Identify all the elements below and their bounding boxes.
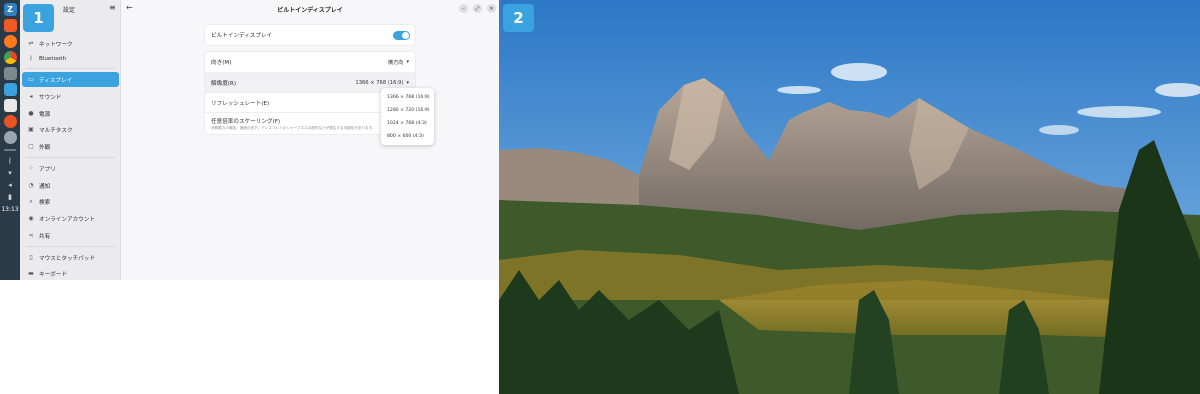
maximize-button[interactable]: ⤢	[473, 4, 482, 13]
chevron-down-icon: ▾	[406, 59, 409, 65]
sidebar-item-bluetooth[interactable]: ᛒ Bluetooth	[22, 51, 119, 66]
sidebar-item-label: マルチタスク	[39, 127, 73, 134]
sidebar-item-power[interactable]: ● 電源	[22, 106, 119, 121]
sidebar-item-notifications[interactable]: ◔ 通知	[22, 178, 119, 193]
mouse-icon: ▯	[29, 254, 33, 261]
sidebar-item-label: マウスとタッチパッド	[39, 255, 95, 262]
appearance-icon: ▢	[28, 143, 34, 150]
scaling-description: 消費電力の増加、速度の低下、ディスプレイのシャープネスの損失などが発生する可能性…	[211, 125, 376, 130]
settings-gear-icon[interactable]	[3, 131, 17, 144]
sidebar-item-label: アプリ	[39, 166, 56, 173]
sidebar-item-network[interactable]: ⇌ ネットワーク	[22, 36, 119, 51]
keyboard-icon: ▬	[28, 270, 34, 277]
monitor-2-badge: 2	[503, 4, 534, 32]
sidebar-item-label: 通知	[39, 183, 51, 190]
sidebar-item-keyboard[interactable]: ▬ キーボード	[22, 266, 119, 280]
sidebar-item-label: Bluetooth	[39, 55, 67, 62]
orientation-label: 向き(M)	[211, 60, 232, 66]
sidebar-item-label: 検索	[39, 199, 51, 206]
sidebar-item-online-accounts[interactable]: ◉ オンラインアカウント	[22, 211, 119, 226]
sidebar-item-label: オンラインアカウント	[39, 216, 95, 223]
builtin-display-toggle[interactable]	[393, 30, 410, 40]
mountain-wallpaper	[499, 0, 1200, 394]
sidebar-item-label: ディスプレイ	[39, 77, 73, 84]
scaling-label: 任意倍率のスケーリング(F)	[211, 118, 281, 125]
sidebar-item-label: キーボード	[39, 271, 67, 278]
resolution-value: 1366 × 768 (16:9)	[355, 79, 404, 86]
sidebar-item-mouse-touchpad[interactable]: ▯ マウスとタッチパッド	[22, 250, 119, 265]
display-settings-pane: ← ビルトインディスプレイ – ⤢ ✕ ビルトインディスプレイ 向き(M) 横方…	[121, 0, 499, 280]
empty-area	[0, 280, 499, 394]
sidebar-item-display[interactable]: ▭ ディスプレイ	[22, 72, 119, 87]
battery-tray-icon[interactable]: ▮	[4, 192, 16, 201]
desktop: Z ᛒ ▾ ◂ ▮ 13:13 設定 ≡ ⇌ ネットワーク ᛒ Bluetoot…	[0, 0, 1200, 394]
volume-tray-icon[interactable]: ◂	[4, 180, 16, 189]
bluetooth-tray-icon[interactable]: ᛒ	[4, 156, 16, 165]
sidebar-item-label: 電源	[39, 111, 51, 118]
window-title: ビルトインディスプレイ	[277, 7, 343, 14]
chrome-icon[interactable]	[3, 51, 17, 64]
network-icon: ⇌	[28, 40, 34, 47]
bluetooth-icon: ᛒ	[29, 55, 33, 62]
sidebar-item-search[interactable]: ⌕ 検索	[22, 194, 119, 209]
resolution-option[interactable]: 800 × 600 (4:3)	[381, 130, 434, 143]
toggle-knob	[402, 31, 409, 39]
resolution-option[interactable]: 1366 × 768 (16:9)	[381, 91, 434, 104]
multitasking-icon: ▣	[28, 126, 34, 133]
sidebar-item-apps[interactable]: ⁘ アプリ	[22, 161, 119, 176]
builtin-display-label: ビルトインディスプレイ	[211, 33, 273, 39]
zorin-menu-icon[interactable]: Z	[3, 3, 17, 16]
sidebar-item-label: 外観	[39, 144, 51, 151]
sidebar-item-appearance[interactable]: ▢ 外観	[22, 139, 119, 154]
resolution-option[interactable]: 1024 × 768 (4:3)	[381, 117, 434, 130]
sound-icon: ◂	[29, 93, 33, 100]
sidebar-title: 設定	[63, 7, 76, 14]
resolution-dropdown: 1366 × 768 (16:9) 1280 × 720 (16:9) 1024…	[381, 88, 434, 145]
dock: Z ᛒ ▾ ◂ ▮ 13:13	[0, 0, 20, 280]
builtin-display-row: ビルトインディスプレイ	[205, 25, 415, 45]
wifi-tray-icon[interactable]: ▾	[4, 168, 16, 177]
sidebar-item-label: 共有	[39, 233, 51, 240]
sidebar-item-label: サウンド	[39, 94, 62, 101]
document-icon[interactable]	[3, 99, 17, 112]
power-icon: ●	[28, 110, 34, 117]
chevron-down-icon: ▾	[406, 79, 409, 86]
orientation-value: 横方向	[387, 59, 404, 66]
refresh-rate-label: リフレッシュレート(E)	[211, 100, 270, 107]
firefox-icon[interactable]	[3, 35, 17, 48]
sidebar-divider	[26, 157, 115, 158]
minimize-button[interactable]: –	[459, 4, 468, 13]
menu-icon[interactable]: ≡	[109, 4, 116, 12]
monitor-2: 2	[499, 0, 1200, 394]
resolution-option[interactable]: 1280 × 720 (16:9)	[381, 104, 434, 117]
sidebar-item-label: ネットワーク	[39, 41, 73, 48]
resolution-label: 解像度(R)	[211, 80, 237, 87]
sidebar-divider	[26, 246, 115, 247]
clock[interactable]: 13:13	[1, 206, 18, 213]
sidebar-item-sound[interactable]: ◂ サウンド	[22, 89, 119, 104]
display-icon: ▭	[28, 76, 34, 83]
sidebar-item-sharing[interactable]: ⋖ 共有	[22, 228, 119, 243]
search-icon: ⌕	[29, 197, 33, 205]
ubuntu-icon[interactable]	[3, 115, 17, 128]
orientation-select[interactable]: 横方向 ▾	[388, 59, 409, 66]
resolution-select[interactable]: 1366 × 768 (16:9) ▾	[355, 80, 409, 86]
online-accounts-icon: ◉	[28, 215, 34, 222]
builtin-display-card: ビルトインディスプレイ	[205, 25, 415, 45]
brave-icon[interactable]	[3, 19, 17, 32]
orientation-row[interactable]: 向き(M) 横方向 ▾	[205, 52, 415, 72]
monitor-1: Z ᛒ ▾ ◂ ▮ 13:13 設定 ≡ ⇌ ネットワーク ᛒ Bluetoot…	[0, 0, 499, 280]
sharing-icon: ⋖	[28, 232, 34, 239]
dock-separator	[4, 149, 16, 151]
close-button[interactable]: ✕	[487, 4, 496, 13]
files-icon[interactable]	[3, 67, 17, 80]
settings-sidebar: 設定 ≡ ⇌ ネットワーク ᛒ Bluetooth ▭ ディスプレイ ◂ サウン…	[20, 0, 121, 280]
monitor-1-badge: 1	[23, 4, 54, 32]
notifications-icon: ◔	[28, 182, 34, 189]
apps-icon: ⁘	[28, 165, 34, 172]
software-icon[interactable]	[3, 83, 17, 96]
sidebar-item-multitasking[interactable]: ▣ マルチタスク	[22, 122, 119, 137]
sidebar-divider	[26, 68, 115, 69]
